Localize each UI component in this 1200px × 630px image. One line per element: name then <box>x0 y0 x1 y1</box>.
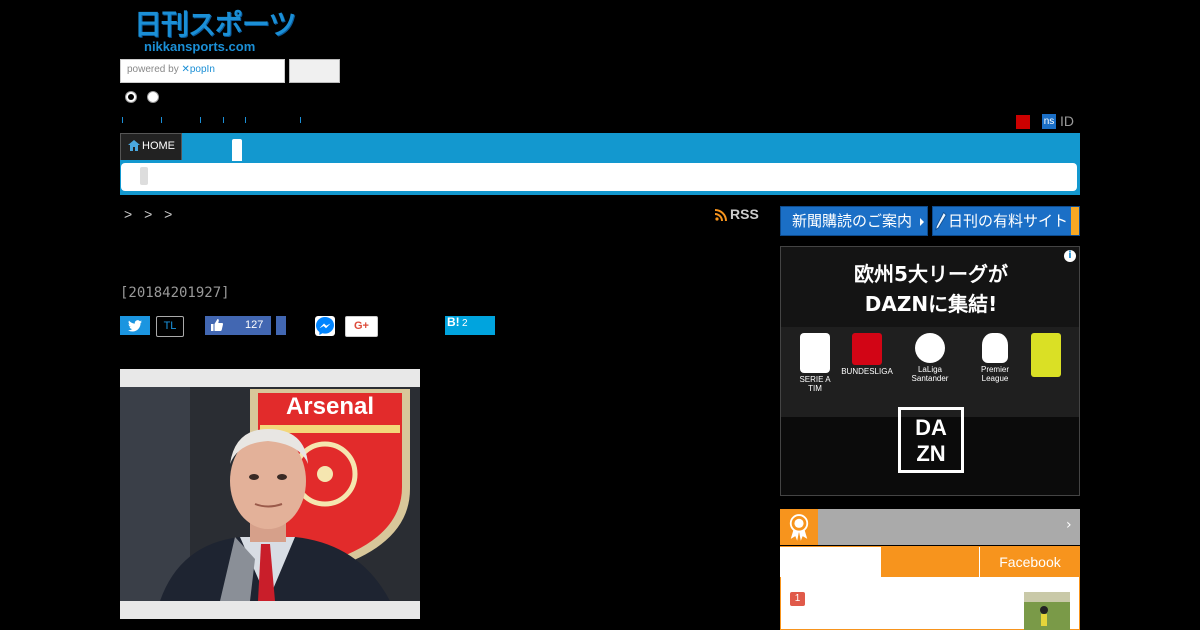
search-powered-by: powered by ✕popIn <box>127 64 215 75</box>
googleplus-share-button[interactable]: G+ <box>345 316 378 337</box>
red-square-icon[interactable] <box>1016 115 1030 129</box>
logo-japanese: 日刊スポーツ <box>134 8 296 41</box>
thumbs-up-icon <box>211 319 223 331</box>
chevron-right-icon <box>920 218 924 226</box>
league-logo-laliga: LaLiga Santander <box>899 333 961 383</box>
top-link-marker[interactable] <box>122 117 126 123</box>
dazn-logo-bottom: ZN <box>916 441 946 466</box>
popin-brand-text: popIn <box>189 64 215 75</box>
ranking-chevron-right-icon[interactable]: › <box>1066 517 1072 533</box>
top-link-marker[interactable] <box>200 117 204 123</box>
subscription-banner-label: 新聞購読のご案内 <box>792 212 913 230</box>
facebook-share-button[interactable] <box>276 316 286 335</box>
nikkansports-logo[interactable]: 日刊スポーツ nikkansports.com <box>134 8 296 56</box>
league-logo-bundesliga: BUNDESLIGA <box>841 333 893 376</box>
logo-domain: nikkansports.com <box>144 39 256 54</box>
rss-icon[interactable] <box>715 209 727 221</box>
ranking-number-badge: 1 <box>790 592 805 606</box>
ranking-thumbnail-image <box>1024 592 1070 630</box>
powered-by-text: powered by <box>127 64 179 75</box>
league-logo-serie-a: SERIE A TIM <box>793 333 837 393</box>
sub-nav-item[interactable] <box>140 167 148 185</box>
breadcrumb[interactable]: > > > <box>124 206 172 222</box>
top-link-marker[interactable] <box>223 117 227 123</box>
article-photo-illustration: Arsenal <box>120 369 420 619</box>
twitter-bird-icon <box>128 320 142 332</box>
hatena-bookmark-count: 2 <box>462 318 468 329</box>
paid-site-banner[interactable]: 日刊の有料サイト <box>932 206 1080 236</box>
top-link-marker[interactable] <box>161 117 165 123</box>
medal-icon <box>789 514 809 541</box>
hatena-bookmark-label: B! <box>447 315 460 329</box>
nav-tab[interactable] <box>232 139 242 161</box>
ranking-tab[interactable] <box>881 547 979 577</box>
messenger-icon <box>316 317 334 335</box>
search-scope-radio-web[interactable] <box>147 91 159 103</box>
top-link-marker[interactable] <box>245 117 249 123</box>
newspaper-subscription-banner[interactable]: 新聞購読のご案内 <box>780 206 928 236</box>
league-logo-premier-league: Premier League <box>969 333 1021 383</box>
ad-headline-line1: 欧州5大リーグが <box>854 262 1008 286</box>
dazn-advertisement[interactable]: i 欧州5大リーグが DAZNに集結! SERIE A TIM BUNDESLI… <box>780 246 1080 496</box>
ranking-thumbnail[interactable] <box>1024 592 1070 630</box>
pencil-icon <box>935 211 947 231</box>
sub-nav-bar <box>121 163 1077 191</box>
home-icon <box>128 140 140 151</box>
ranking-medal-box <box>780 509 818 545</box>
league-logo-ligue-1 <box>1025 333 1067 379</box>
ns-badge-icon[interactable]: ns <box>1042 114 1056 129</box>
dazn-logo: DA ZN <box>898 407 964 473</box>
league-name-serie-a: SERIE A TIM <box>799 375 831 393</box>
top-link-marker[interactable] <box>300 117 304 123</box>
league-name-bundesliga: BUNDESLIGA <box>841 367 893 376</box>
svg-text:Arsenal: Arsenal <box>286 393 374 420</box>
home-label: HOME <box>142 140 175 152</box>
league-name-premier-league: Premier League <box>980 365 1009 383</box>
search-button[interactable] <box>289 59 340 83</box>
popin-brand: ✕popIn <box>181 64 215 75</box>
article-date: [20184201927] <box>120 285 230 301</box>
facebook-like-count: 127 <box>245 319 264 331</box>
twitter-share-button[interactable] <box>120 316 150 335</box>
article-photo[interactable]: Arsenal <box>120 369 420 619</box>
paid-site-banner-tab <box>1071 207 1079 235</box>
timeline-share-button[interactable]: TL <box>156 316 184 337</box>
ranking-header[interactable] <box>780 509 1080 545</box>
paid-site-banner-label: 日刊の有料サイト <box>948 212 1069 230</box>
search-scope-radio-site[interactable] <box>125 91 137 103</box>
dazn-logo-top: DA <box>915 415 947 440</box>
rss-link[interactable]: RSS <box>730 206 759 222</box>
league-name-laliga: LaLiga Santander <box>911 365 949 383</box>
ranking-tab-facebook[interactable]: Facebook <box>980 547 1080 577</box>
messenger-share-button[interactable] <box>315 316 335 336</box>
ranking-tab-active[interactable] <box>780 547 880 577</box>
id-login-link[interactable]: ID <box>1060 113 1074 129</box>
ad-headline: 欧州5大リーグが DAZNに集結! <box>781 259 1079 319</box>
ad-headline-line2: DAZNに集結! <box>864 292 998 316</box>
